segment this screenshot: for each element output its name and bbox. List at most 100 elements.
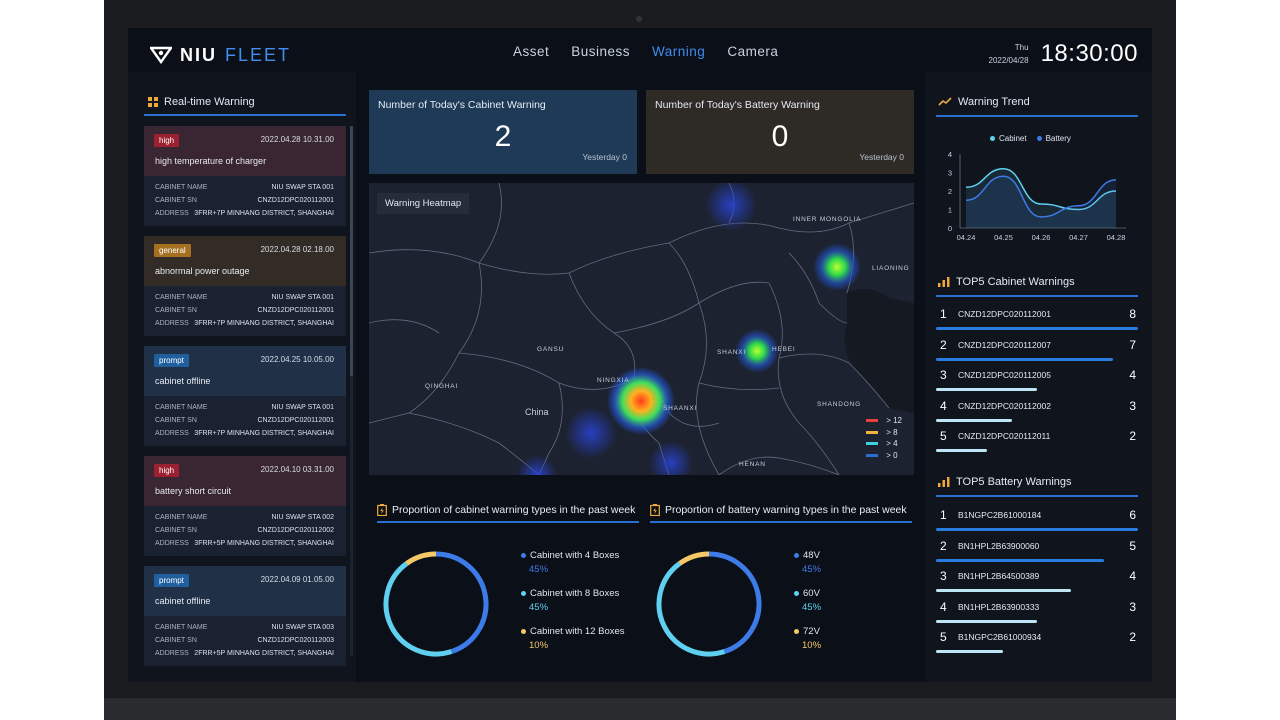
top5-battery-title: TOP5 Battery Warnings [938, 476, 1072, 488]
donut-legend-item: 48V [794, 550, 820, 561]
top5-bar [936, 357, 1113, 361]
donut-legend-item: Cabinet with 12 Boxes [521, 626, 625, 637]
legend-label: > 12 [886, 416, 902, 425]
battery-warning-card[interactable]: Number of Today's Battery Warning 0 Yest… [646, 90, 914, 174]
cabinet-warning-value: 2 [494, 120, 512, 153]
warning-field-row: CABINET SN CNZD12DPC020112001 [155, 307, 334, 314]
donut-slice[interactable] [656, 561, 726, 657]
donut-legend-pct: 10% [802, 640, 822, 651]
battery-warning-yesterday: Yesterday 0 [859, 152, 904, 162]
legend-dot [521, 590, 526, 596]
warning-card-header: high 2022.04.28 10.31.00 high temperature … [144, 126, 346, 176]
battery-types-donut[interactable] [651, 546, 767, 662]
warning-date: 2022.04.09 01.05.00 [260, 575, 334, 584]
top5-count: 3 [1129, 398, 1136, 413]
top5-row[interactable]: 3 BN1HPL2B64500389 4 [936, 569, 1138, 599]
top5-row[interactable]: 5 CNZD12DPC020112011 2 [936, 429, 1138, 459]
top5-row[interactable]: 2 BN1HPL2B63900060 5 [936, 539, 1138, 569]
top5-row[interactable]: 1 B1NGPC2B61000184 6 [936, 508, 1138, 538]
warning-field-label: ADDRESS [155, 540, 189, 547]
donut-slice[interactable] [708, 551, 762, 654]
logo[interactable]: NIU FLEET [150, 44, 291, 66]
warning-field-label: ADDRESS [155, 430, 189, 437]
warning-title: cabinet offline [155, 376, 211, 386]
top5-battery-title-text: TOP5 Battery Warnings [956, 476, 1072, 488]
region-shandong: SHANDONG [817, 401, 861, 408]
battery-warning-value: 0 [771, 120, 789, 153]
top5-battery-underline [936, 495, 1138, 497]
warning-field-label: CABINET NAME [155, 404, 208, 411]
cabinet-types-title-text: Proportion of cabinet warning types in t… [392, 504, 636, 516]
realtime-underline [144, 114, 346, 116]
top5-name: CNZD12DPC020112002 [958, 400, 1051, 411]
top5-row[interactable]: 4 CNZD12DPC020112002 3 [936, 399, 1138, 429]
legend-row: > 4 [866, 438, 902, 450]
warning-field-value: NIU SWAP STA 002 [271, 514, 334, 521]
battery-types-title: Proportion of battery warning types in t… [650, 504, 907, 516]
warning-field-label: ADDRESS [155, 650, 189, 657]
map-svg [369, 183, 914, 475]
warning-field-value: 3FRR+7P MINHANG DISTRICT, SHANGHAI [194, 210, 334, 217]
top5-rank: 1 [940, 508, 947, 522]
nav-camera[interactable]: Camera [727, 44, 778, 59]
donut-legend-item: Cabinet with 4 Boxes [521, 550, 619, 561]
warning-level-badge: prompt [154, 354, 189, 367]
legend-swatch [866, 453, 879, 457]
top5-row[interactable]: 5 B1NGPC2B61000934 2 [936, 630, 1138, 660]
warning-field-value: 2FRR+5P MINHANG DISTRICT, SHANGHAI [194, 650, 334, 657]
nav-warning[interactable]: Warning [652, 44, 705, 59]
trend-chart[interactable]: 0 1 2 3 4 04.24 04.25 04.26 04.27 04.28 [936, 146, 1146, 246]
x-tick-label: 04.27 [1069, 233, 1088, 242]
warning-card-header: prompt 2022.04.25 10.05.00 cabinet offline [144, 346, 346, 396]
region-hebei: HEBEI [772, 346, 796, 353]
legend-swatch [866, 419, 879, 423]
y-tick-label: 0 [948, 224, 952, 233]
nav-asset[interactable]: Asset [513, 44, 549, 59]
top5-cabinet-underline [936, 295, 1138, 297]
top5-row[interactable]: 3 CNZD12DPC020112005 4 [936, 368, 1138, 398]
battery-types-underline [650, 521, 912, 523]
warning-card[interactable]: high 2022.04.10 03.31.00 battery short cir… [144, 456, 346, 556]
legend-dot [1036, 136, 1042, 142]
warning-card-header: general 2022.04.28 02.18.00 abnormal power… [144, 236, 346, 286]
donut-slice[interactable] [383, 561, 453, 657]
clock-time: 18:30:00 [1040, 40, 1138, 67]
donut-slice[interactable] [678, 551, 710, 566]
legend-swatch [866, 430, 879, 434]
warning-card[interactable]: prompt 2022.04.09 01.05.00 cabinet offline… [144, 566, 346, 666]
region-china: China [525, 407, 549, 417]
cabinet-types-donut[interactable] [378, 546, 494, 662]
top5-bar [936, 558, 1104, 562]
nav-business[interactable]: Business [571, 44, 630, 59]
donut-slice[interactable] [435, 551, 489, 654]
warning-card[interactable]: general 2022.04.28 02.18.00 abnormal power… [144, 236, 346, 336]
realtime-title-text: Real-time Warning [164, 96, 255, 108]
y-tick-label: 3 [948, 169, 952, 178]
trend-title: Warning Trend [938, 96, 1030, 108]
top5-rank: 2 [940, 337, 947, 352]
top5-rank: 3 [940, 569, 947, 583]
bar-chart-icon [938, 477, 950, 487]
warning-card[interactable]: high 2022.04.28 10.31.00 high temperature … [144, 126, 346, 226]
warning-date: 2022.04.28 10.31.00 [260, 135, 334, 144]
warning-card[interactable]: prompt 2022.04.25 10.05.00 cabinet offline… [144, 346, 346, 446]
warning-field-value: CNZD12DPC020112002 [257, 527, 334, 534]
legend-dot [521, 628, 526, 634]
top5-row[interactable]: 2 CNZD12DPC020112007 7 [936, 338, 1138, 368]
donut-legend-label: 60V [803, 588, 820, 599]
clock-date: 2022/04/28 [988, 56, 1029, 65]
niu-logo-icon [150, 46, 172, 64]
x-tick-label: 04.24 [957, 233, 976, 242]
warning-field-row: CABINET SN CNZD12DPC020112002 [155, 527, 334, 534]
warning-heatmap[interactable]: Warning Heatmap INNER MONGOLIA LIAONING … [369, 183, 914, 475]
donut-slice[interactable] [405, 551, 437, 566]
legend-dot [521, 552, 526, 558]
top5-row[interactable]: 1 CNZD12DPC020112001 8 [936, 307, 1138, 337]
cabinet-warning-card[interactable]: Number of Today's Cabinet Warning 2 Yest… [369, 90, 637, 174]
warning-card-header: high 2022.04.10 03.31.00 battery short cir… [144, 456, 346, 506]
top5-row[interactable]: 4 BN1HPL2B63900333 3 [936, 600, 1138, 630]
warning-scrollbar-thumb[interactable] [350, 126, 353, 376]
warning-level-badge: high [154, 464, 180, 477]
donut-legend-pct: 45% [529, 564, 549, 575]
warning-field-value: 3FRR+5P MINHANG DISTRICT, SHANGHAI [194, 540, 334, 547]
